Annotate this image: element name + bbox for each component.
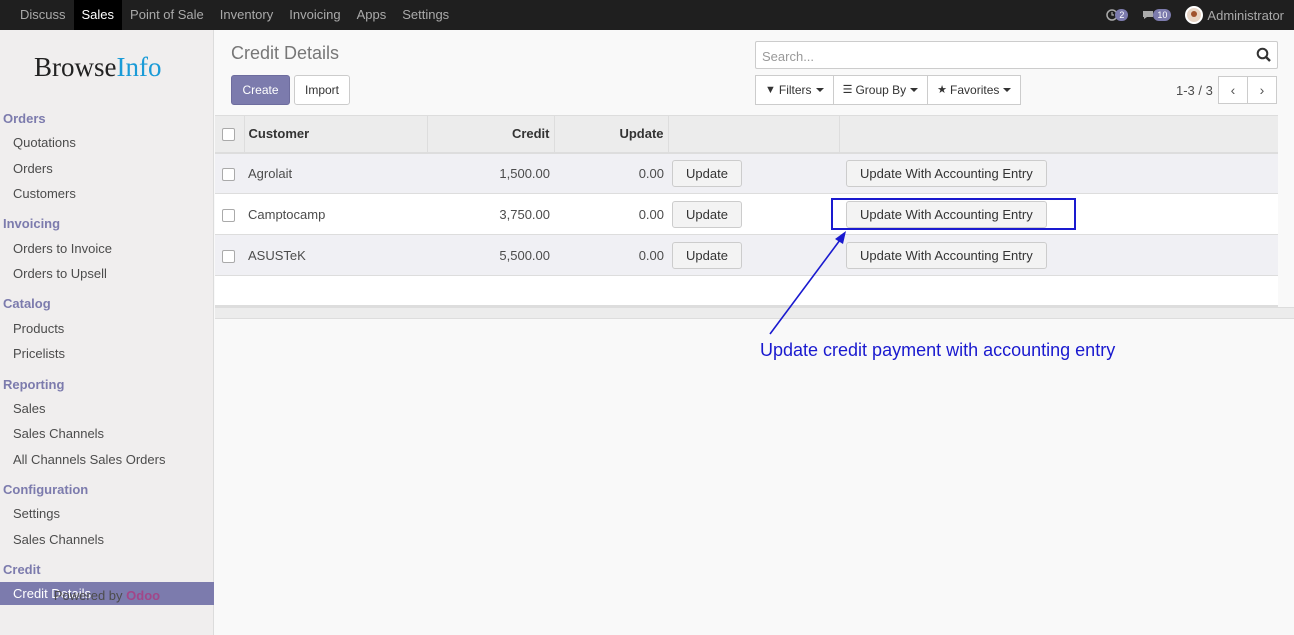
page-title: Credit Details <box>231 43 340 63</box>
update-with-accounting-entry-button[interactable]: Update With Accounting Entry <box>846 241 1047 269</box>
sidebar-section-reporting: Reporting <box>3 377 65 392</box>
menu-apps[interactable]: Apps <box>349 0 395 30</box>
row-checkbox[interactable] <box>222 249 235 263</box>
sidebar-item-orders[interactable]: Orders <box>13 161 53 176</box>
menu-settings[interactable]: Settings <box>394 0 457 30</box>
column-update[interactable]: Update <box>554 115 669 153</box>
star-icon: ★ <box>937 84 948 96</box>
update-button[interactable]: Update <box>672 159 742 187</box>
sidebar-section-catalog: Catalog <box>3 296 51 311</box>
table-row[interactable]: Camptocamp 3,750.00 0.00 Update Update W… <box>215 193 1278 235</box>
menu-point-of-sale[interactable]: Point of Sale <box>122 0 212 30</box>
sidebar-item-config-sales-channels[interactable]: Sales Channels <box>13 532 104 547</box>
menu-invoicing[interactable]: Invoicing <box>281 0 348 30</box>
update-cell: 0.00 <box>638 165 664 181</box>
message-count-badge: 10 <box>1153 9 1172 21</box>
top-navbar: Discuss Sales Point of Sale Inventory In… <box>0 0 1294 30</box>
table-row[interactable]: ASUSTeK 5,500.00 0.00 Update Update With… <box>215 234 1278 276</box>
bars-icon: ☰ <box>842 84 853 96</box>
activity-count-badge: 2 <box>1115 9 1129 21</box>
import-button[interactable]: Import <box>294 75 350 105</box>
row-checkbox[interactable] <box>222 208 235 222</box>
sidebar-section-invoicing: Invoicing <box>3 216 61 231</box>
sidebar-item-orders-to-invoice[interactable]: Orders to Invoice <box>13 241 112 256</box>
sidebar-section-orders: Orders <box>3 111 46 126</box>
sidebar-item-sales-channels[interactable]: Sales Channels <box>13 426 104 441</box>
filters-button[interactable]: ▼ Filters <box>755 75 834 105</box>
row-checkbox[interactable] <box>222 167 235 181</box>
odoo-link[interactable]: Odoo <box>126 588 160 603</box>
column-credit[interactable]: Credit <box>427 115 555 153</box>
search-input[interactable]: Search... <box>755 41 1278 69</box>
menu-inventory[interactable]: Inventory <box>212 0 281 30</box>
update-button[interactable]: Update <box>672 241 742 269</box>
search-icon[interactable] <box>1256 47 1272 63</box>
company-logo: BrowseInfo <box>34 52 162 82</box>
activity-indicator[interactable]: 2 <box>1106 9 1129 21</box>
messaging-indicator[interactable]: 10 <box>1142 9 1172 21</box>
powered-by: Powered by Odoo <box>53 588 161 603</box>
search-placeholder: Search... <box>762 49 815 64</box>
update-button[interactable]: Update <box>672 200 742 228</box>
table-row[interactable]: Agrolait 1,500.00 0.00 Update Update Wit… <box>215 152 1278 194</box>
customer-cell: Camptocamp <box>248 206 326 222</box>
credit-cell: 1,500.00 <box>499 165 550 181</box>
credit-cell: 3,750.00 <box>499 206 550 222</box>
menu-discuss[interactable]: Discuss <box>12 0 74 30</box>
search-options: ▼ Filters ☰ Group By ★ Favorites <box>755 75 1022 105</box>
sidebar-section-credit: Credit <box>3 562 41 577</box>
sidebar-item-settings[interactable]: Settings <box>13 506 60 521</box>
annotation-text: Update credit payment with accounting en… <box>760 340 1116 360</box>
update-cell: 0.00 <box>638 206 664 222</box>
sidebar-item-customers[interactable]: Customers <box>13 186 76 201</box>
highlight-box <box>831 198 1076 230</box>
column-button-1 <box>668 115 840 153</box>
customer-cell: Agrolait <box>248 165 293 181</box>
pager-previous-button[interactable]: ‹ <box>1218 76 1248 104</box>
column-button-2 <box>839 116 1278 153</box>
create-button[interactable]: Create <box>231 75 290 105</box>
app-menu: Discuss Sales Point of Sale Inventory In… <box>12 0 457 30</box>
favorites-button[interactable]: ★ Favorites <box>927 75 1022 105</box>
pager-value[interactable]: 1-3 / 3 <box>1176 83 1213 98</box>
update-cell: 0.00 <box>638 247 664 263</box>
pager-next-button[interactable]: › <box>1247 76 1277 104</box>
update-with-accounting-entry-button[interactable]: Update With Accounting Entry <box>846 159 1047 187</box>
column-customer[interactable]: Customer <box>244 115 428 153</box>
chevron-left-icon: ‹ <box>1230 82 1236 98</box>
table-footer <box>215 307 1294 319</box>
credit-cell: 5,500.00 <box>499 247 550 263</box>
sidebar-item-sales[interactable]: Sales <box>13 401 46 416</box>
chevron-down-icon <box>910 88 919 92</box>
credit-table: Customer Credit Update Agrolait 1,500.00… <box>215 115 1278 307</box>
sidebar-section-configuration: Configuration <box>3 482 89 497</box>
sidebar-item-orders-to-upsell[interactable]: Orders to Upsell <box>13 266 107 281</box>
group-by-button[interactable]: ☰ Group By <box>832 75 929 105</box>
sidebar-item-pricelists[interactable]: Pricelists <box>13 346 65 361</box>
systray: 2 10 Administrator <box>1106 0 1284 30</box>
customer-cell: ASUSTeK <box>248 247 306 263</box>
table-empty-row <box>215 275 1278 306</box>
table-header: Customer Credit Update <box>215 115 1278 153</box>
menu-sales[interactable]: Sales <box>73 0 123 30</box>
sidebar-item-quotations[interactable]: Quotations <box>13 135 76 150</box>
sidebar-item-all-channels-sales-orders[interactable]: All Channels Sales Orders <box>13 452 165 467</box>
chevron-down-icon <box>815 88 824 92</box>
filter-icon: ▼ <box>765 84 776 96</box>
chevron-right-icon: › <box>1259 82 1265 98</box>
select-all-cell <box>215 115 245 153</box>
sidebar-item-products[interactable]: Products <box>13 321 64 336</box>
user-avatar[interactable] <box>1185 6 1204 24</box>
list-view: Customer Credit Update Agrolait 1,500.00… <box>215 115 1294 307</box>
select-all-checkbox[interactable] <box>222 128 235 142</box>
chevron-down-icon <box>1003 88 1012 92</box>
user-menu[interactable]: Administrator <box>1207 8 1284 23</box>
